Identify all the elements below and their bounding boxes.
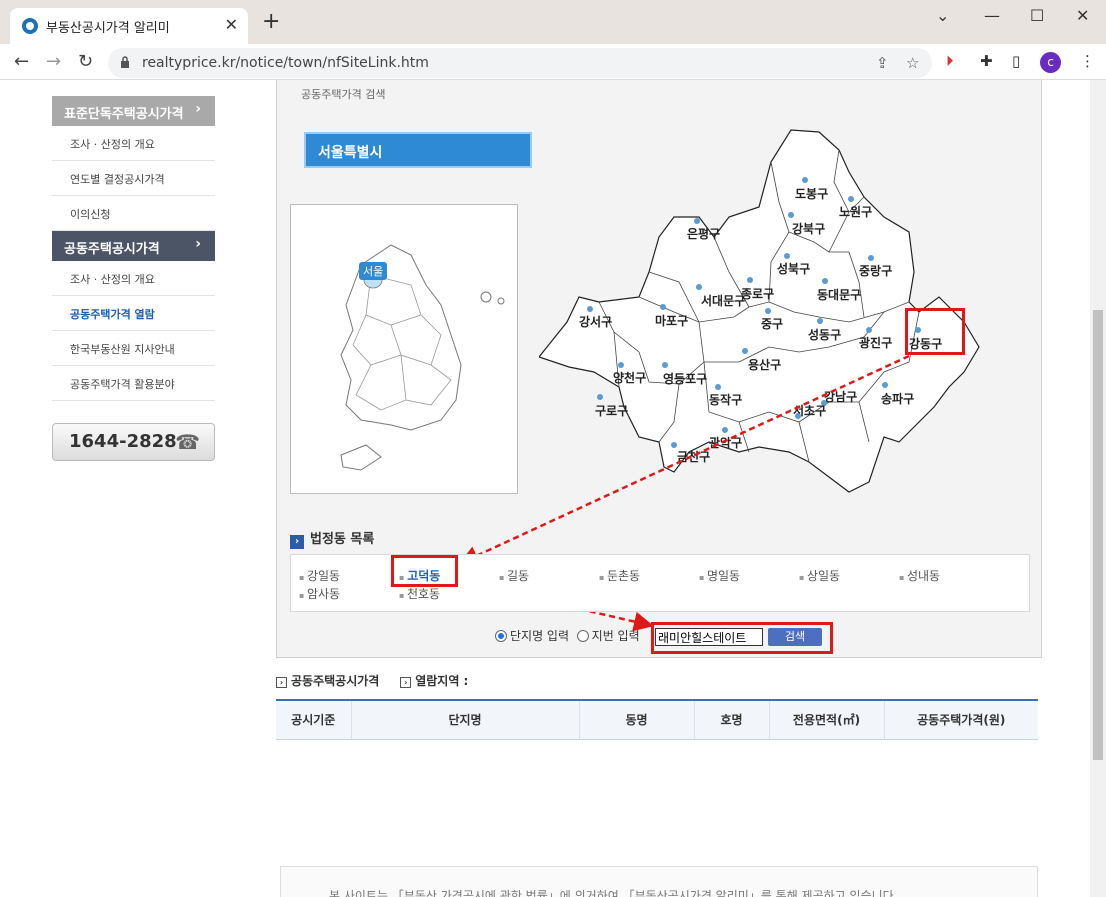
- tab-title: 부동산공시가격 알리미: [46, 21, 170, 36]
- nav-section-standard-house[interactable]: 표준단독주택공시가격 ›: [52, 96, 215, 126]
- page-viewport: 표준단독주택공시가격 › 조사 · 산정의 개요 연도별 결정공시가격 이의신청 …: [0, 80, 1106, 897]
- chevron-down-icon[interactable]: ⌄: [936, 6, 949, 25]
- nav-section-label: 표준단독주택공시가격: [64, 107, 184, 122]
- dong-list: 강일동고덕동길동둔촌동명일동상일동성내동암사동천호동: [290, 554, 1030, 612]
- nav-section-label: 공동주택공시가격: [64, 242, 160, 257]
- lock-icon: [121, 56, 129, 68]
- radio-lot-label: 지번 입력: [591, 629, 640, 643]
- nav-item-active[interactable]: 공동주택가격 열람: [52, 296, 215, 331]
- scrollbar[interactable]: [1090, 80, 1106, 897]
- radio-complex-name[interactable]: [495, 630, 507, 642]
- dong-link[interactable]: 상일동: [799, 567, 840, 584]
- browser-tab-strip: 부동산공시가격 알리미 ✕ + ⌄ — ☐ ✕: [0, 0, 1106, 44]
- map-panel: 공동주택가격 검색 서울특별시 서울 도봉구 노원구 강북구 은평구 중랑구 성북구 종로구…: [276, 80, 1042, 658]
- nav-section-apartment[interactable]: 공동주택공시가격 ›: [52, 231, 215, 261]
- browser-tab[interactable]: 부동산공시가격 알리미 ✕: [10, 8, 248, 44]
- dong-list-heading: › 법정동 목록: [290, 528, 374, 549]
- dong-link[interactable]: 천호동: [399, 585, 440, 602]
- nav-item[interactable]: 공동주택가격 활용분야: [52, 366, 215, 401]
- chevron-right-icon: ›: [195, 101, 201, 117]
- result-region-label: 열람지역 :: [415, 674, 469, 688]
- arrow-right-icon: ›: [276, 677, 287, 688]
- minimize-icon[interactable]: —: [984, 6, 1000, 25]
- dong-link[interactable]: 명일동: [699, 567, 740, 584]
- address-bar[interactable]: realtyprice.kr/notice/town/nfSiteLink.ht…: [108, 48, 932, 78]
- back-icon[interactable]: ←: [14, 51, 29, 72]
- radio-complex-label: 단지명 입력: [510, 629, 570, 643]
- col-header: 동명: [579, 700, 695, 740]
- arrow-right-icon: ›: [290, 535, 304, 549]
- new-tab-icon[interactable]: +: [262, 11, 280, 33]
- footer-text: 본 사이트는 「부동산 가격공시에 관한 법률」에 의거하여 「부동산공시가격 …: [329, 889, 898, 897]
- nav-item[interactable]: 조사 · 산정의 개요: [52, 261, 215, 296]
- table-header-row: 공시기준 단지명 동명 호명 전용면적(㎡) 공동주택가격(원): [276, 700, 1038, 740]
- search-options: 단지명 입력 지번 입력: [495, 627, 640, 644]
- url-text: realtyprice.kr/notice/town/nfSiteLink.ht…: [142, 55, 429, 71]
- dong-link[interactable]: 둔촌동: [599, 567, 640, 584]
- dong-link[interactable]: 길동: [499, 567, 529, 584]
- share-icon[interactable]: ⇪: [876, 54, 889, 72]
- telephone-icon: ☎: [175, 430, 200, 454]
- chevron-right-icon: ›: [195, 236, 201, 252]
- dong-link[interactable]: 성내동: [899, 567, 940, 584]
- forward-icon[interactable]: →: [46, 51, 61, 72]
- puzzle-icon[interactable]: ✚: [980, 52, 993, 70]
- maximize-icon[interactable]: ☐: [1030, 6, 1044, 25]
- arrow-right-icon: ›: [400, 677, 412, 688]
- reload-icon[interactable]: ↻: [78, 51, 93, 72]
- radio-lot-number[interactable]: [576, 630, 589, 642]
- phone-number: 1644-2828: [69, 431, 177, 452]
- nav-item[interactable]: 연도별 결정공시가격: [52, 161, 215, 196]
- window-close-icon[interactable]: ✕: [1076, 6, 1089, 25]
- phone-banner: 1644-2828 ☎: [52, 423, 215, 461]
- side-panel-icon[interactable]: ▯: [1012, 52, 1020, 70]
- nav-item[interactable]: 이의신청: [52, 196, 215, 231]
- col-header: 호명: [694, 700, 770, 740]
- nav-item[interactable]: 조사 · 산정의 개요: [52, 126, 215, 161]
- bookmark-star-icon[interactable]: ☆: [906, 54, 919, 72]
- more-menu-icon[interactable]: ⋮: [1080, 52, 1095, 70]
- footer-notice: 본 사이트는 「부동산 가격공시에 관한 법률」에 의거하여 「부동산공시가격 …: [280, 866, 1038, 897]
- tab-close-icon[interactable]: ✕: [225, 15, 238, 34]
- nav-item[interactable]: 한국부동산원 지사안내: [52, 331, 215, 366]
- col-header: 공시기준: [276, 700, 352, 740]
- site-favicon-icon: [22, 18, 38, 34]
- col-header: 공동주택가격(원): [884, 700, 1038, 740]
- col-header: 전용면적(㎡): [769, 700, 885, 740]
- highlight-box-dong: [391, 555, 458, 587]
- profile-avatar[interactable]: c: [1040, 52, 1061, 73]
- result-price-label: 공동주택공시가격: [291, 674, 380, 688]
- browser-toolbar: ← → ↻ realtyprice.kr/notice/town/nfSiteL…: [0, 44, 1106, 80]
- left-nav: 표준단독주택공시가격 › 조사 · 산정의 개요 연도별 결정공시가격 이의신청 …: [52, 96, 215, 401]
- col-header: 단지명: [351, 700, 580, 740]
- scroll-thumb[interactable]: [1093, 310, 1103, 760]
- result-table: 공시기준 단지명 동명 호명 전용면적(㎡) 공동주택가격(원): [276, 699, 1038, 740]
- result-info-row: › 공동주택공시가격 › 열람지역 :: [276, 672, 468, 689]
- dong-list-title: 법정동 목록: [310, 532, 375, 547]
- highlight-box-search: [651, 622, 833, 654]
- extension-red-icon[interactable]: ⏵: [946, 52, 954, 70]
- dong-link[interactable]: 암사동: [299, 585, 340, 602]
- dong-link[interactable]: 강일동: [299, 567, 340, 584]
